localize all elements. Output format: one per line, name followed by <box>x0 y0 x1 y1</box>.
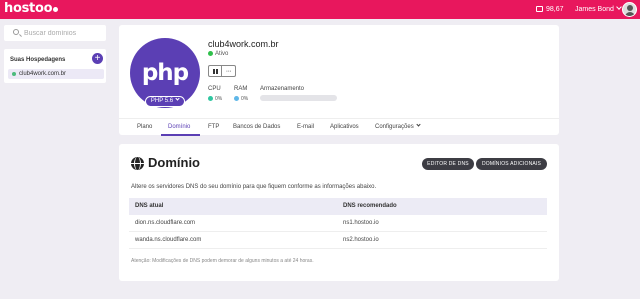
chevron-down-icon <box>416 122 421 127</box>
chevron-down-icon <box>175 96 180 101</box>
chevron-down-icon <box>616 4 622 10</box>
pause-button[interactable] <box>208 65 222 77</box>
user-menu[interactable]: James Bond <box>575 4 622 15</box>
hosting-card: php PHP 5.6 club4work.com.br Ativo ··· C… <box>119 25 559 136</box>
php-version-label: PHP 5.6 <box>150 98 174 104</box>
status-dot <box>208 51 213 56</box>
balance-display[interactable]: 98,67 <box>536 4 564 15</box>
globe-icon <box>131 157 144 170</box>
column-header: DNS atual <box>135 203 164 209</box>
tab-dominio[interactable]: Domínio <box>168 123 190 132</box>
recommended-dns-cell: ns1.hostoo.io <box>343 220 379 226</box>
logo-dot <box>53 7 59 12</box>
pause-icon <box>212 68 218 74</box>
search-icon <box>13 29 19 35</box>
cpu-value: 0% <box>208 96 222 102</box>
active-tab-indicator <box>161 134 200 136</box>
recommended-dns-cell: ns2.hostoo.io <box>343 237 379 243</box>
current-dns-cell: wanda.ns.cloudflare.com <box>135 237 202 243</box>
wallet-icon <box>536 6 543 12</box>
tab-email[interactable]: E-mail <box>297 123 314 132</box>
sidebar-item-label: club4work.com.br <box>19 71 67 77</box>
dns-card: Domínio EDITOR DE DNS DOMÍNIOS ADICIONAI… <box>119 144 559 281</box>
table-row: wanda.ns.cloudflare.com ns2.hostoo.io <box>129 232 547 249</box>
php-version-dropdown[interactable]: PHP 5.6 <box>145 96 185 107</box>
status-dot <box>12 72 16 76</box>
user-name: James Bond <box>575 6 614 13</box>
tab-plano[interactable]: Plano <box>137 123 152 132</box>
cpu-label: CPU <box>208 86 221 92</box>
hostoo-logo[interactable]: hostoo <box>4 1 59 17</box>
table-row: dion.ns.cloudflare.com ns1.hostoo.io <box>129 215 547 232</box>
ram-dot <box>234 96 239 101</box>
ram-label: RAM <box>234 86 248 92</box>
tab-ftp[interactable]: FTP <box>208 123 219 132</box>
status-badge: Ativo <box>208 51 228 57</box>
more-options-button[interactable]: ··· <box>222 65 236 77</box>
sidebar-item-club4work[interactable]: club4work.com.br <box>8 69 104 79</box>
add-hosting-button[interactable]: + <box>92 53 103 64</box>
dns-description: Altere os servidores DNS do seu domínio … <box>131 184 377 190</box>
avatar-head <box>627 5 633 11</box>
hostings-title: Suas Hospedagens <box>10 57 66 63</box>
user-avatar[interactable] <box>622 2 637 17</box>
more-icon: ··· <box>225 67 232 75</box>
table-header: DNS atual DNS recomendado <box>129 198 547 215</box>
search-box <box>4 25 106 41</box>
additional-domains-button[interactable]: DOMÍNIOS ADICIONAIS <box>476 158 547 170</box>
search-input[interactable] <box>24 27 104 39</box>
column-header: DNS recomendado <box>343 203 397 209</box>
control-group: ··· <box>208 65 236 77</box>
status-text: Ativo <box>215 51 229 57</box>
balance-value: 98,67 <box>546 6 564 13</box>
current-dns-cell: dion.ns.cloudflare.com <box>135 220 196 226</box>
hostings-panel: Suas Hospedagens + club4work.com.br <box>4 49 106 83</box>
top-navbar: hostoo 98,67 James Bond <box>0 0 640 19</box>
dns-note: Atenção: Modificações de DNS podem demor… <box>131 258 314 264</box>
page-title: Domínio <box>148 155 200 170</box>
tab-aplicativos[interactable]: Aplicativos <box>330 123 359 132</box>
storage-label: Armazenamento <box>260 86 305 92</box>
tab-configuracoes[interactable]: Configurações <box>375 122 421 132</box>
cpu-dot <box>208 96 213 101</box>
domain-title: club4work.com.br <box>208 39 279 49</box>
tab-bancos-de-dados[interactable]: Bancos de Dados <box>233 123 280 132</box>
avatar-body <box>625 12 635 16</box>
dns-editor-button[interactable]: EDITOR DE DNS <box>422 158 474 170</box>
hosting-tabs: Plano Domínio FTP Bancos de Dados E-mail… <box>119 118 559 136</box>
ram-value: 0% <box>234 96 248 102</box>
storage-bar <box>260 95 337 101</box>
